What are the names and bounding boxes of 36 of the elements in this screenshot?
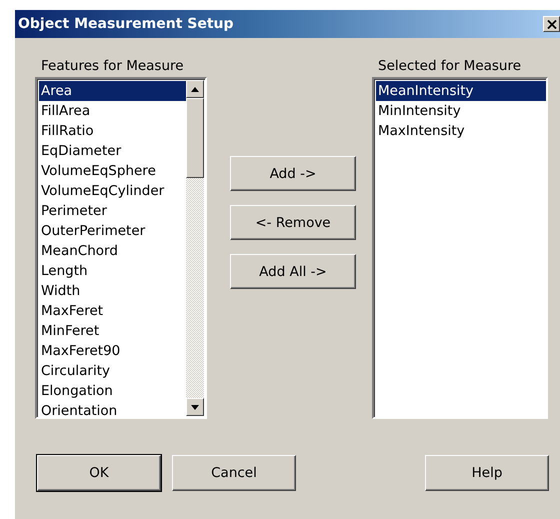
dialog-button[interactable]: Help [425,455,549,491]
list-item[interactable]: FillRatio [39,121,186,141]
selected-label: Selected for Measure [377,57,522,76]
list-item[interactable]: MeanIntensity [376,81,546,101]
list-item[interactable]: Width [39,281,186,301]
list-item[interactable]: VolumeEqCylinder [39,181,186,201]
close-icon [546,20,556,28]
list-item[interactable]: Area [39,81,186,101]
dialog-button[interactable]: OK [37,455,161,491]
move-button[interactable]: <- Remove [230,205,356,240]
list-item[interactable]: Orientation [39,401,186,417]
move-button[interactable]: Add All -> [230,254,356,289]
move-button[interactable]: Add -> [230,156,356,191]
list-item[interactable]: MaxIntensity [376,121,546,141]
list-item[interactable]: EqDiameter [39,141,186,161]
up-arrow-icon [191,86,199,92]
list-item[interactable]: Circularity [39,361,186,381]
list-item[interactable]: MinIntensity [376,101,546,121]
scroll-up-button[interactable] [186,80,204,98]
dialog-button[interactable]: Cancel [172,455,296,491]
list-item[interactable]: Length [39,261,186,281]
down-arrow-icon [191,404,199,410]
list-item[interactable]: FillArea [39,101,186,121]
list-item[interactable]: OuterPerimeter [39,221,186,241]
list-item[interactable]: MaxFeret [39,301,186,321]
list-item[interactable]: MaxFeret90 [39,341,186,361]
list-item[interactable]: Elongation [39,381,186,401]
features-label: Features for Measure [40,57,185,76]
list-item[interactable]: MinFeret [39,321,186,341]
close-button[interactable] [543,16,560,32]
scroll-down-button[interactable] [186,398,204,416]
list-item[interactable]: MeanChord [39,241,186,261]
window-title: Object Measurement Setup [18,16,234,32]
scrollbar-thumb[interactable] [186,98,204,178]
list-item[interactable]: VolumeEqSphere [39,161,186,181]
list-item[interactable]: Perimeter [39,201,186,221]
